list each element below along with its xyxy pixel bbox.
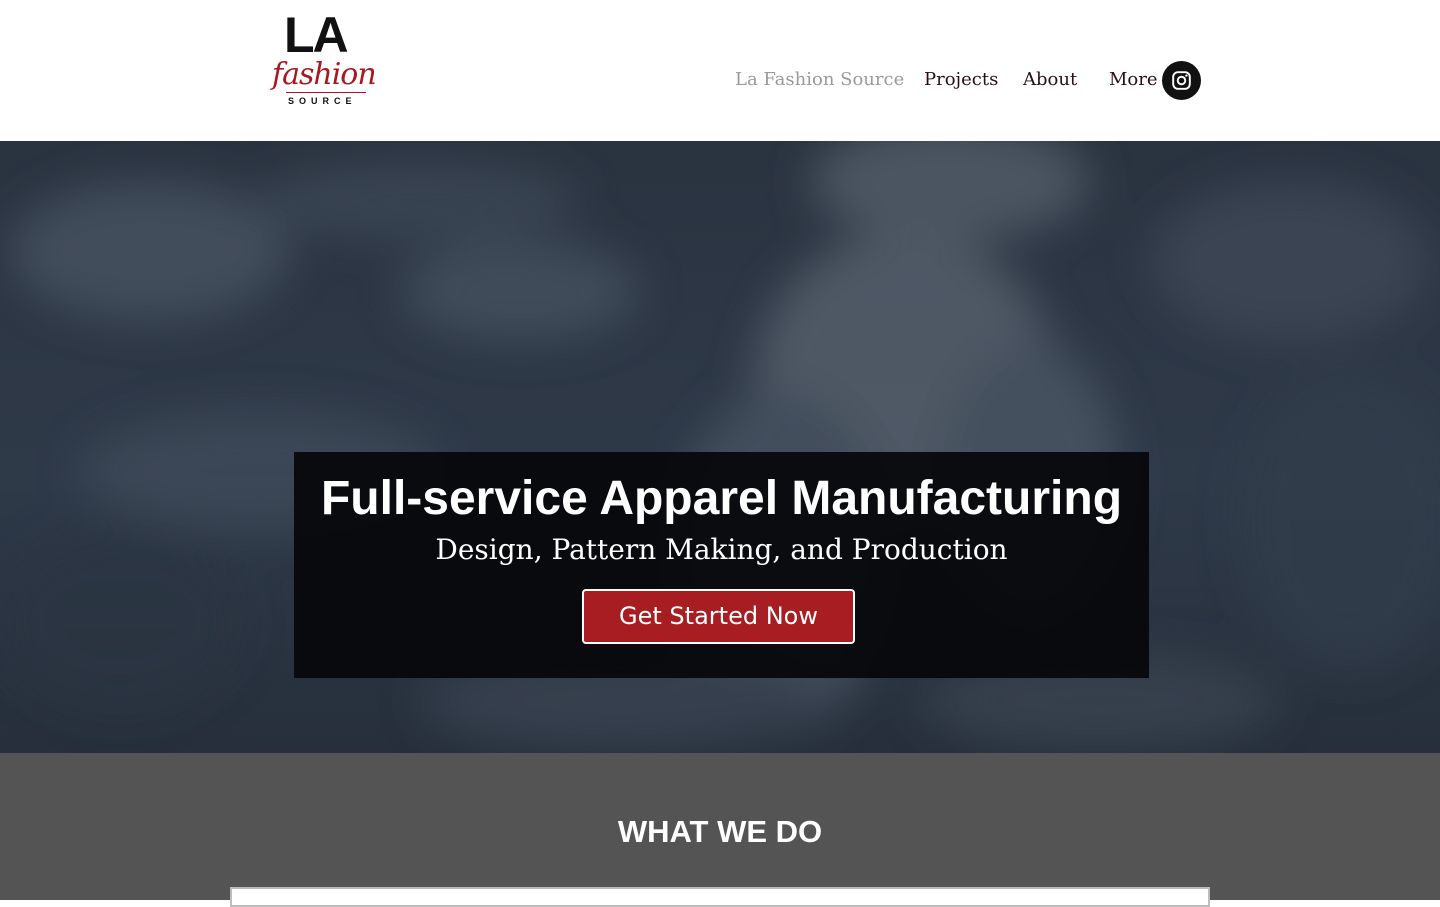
site-header: LA fashion SOURCE La Fashion Source Proj… <box>0 0 1440 141</box>
get-started-button[interactable]: Get Started Now <box>582 589 855 644</box>
what-we-do-card <box>230 887 1210 907</box>
nav-item-la-fashion-source[interactable]: La Fashion Source <box>735 66 904 94</box>
what-we-do-section: WHAT WE DO <box>0 753 1440 907</box>
hero-section: Full-service Apparel Manufacturing Desig… <box>0 141 1440 753</box>
instagram-button[interactable] <box>1162 61 1201 100</box>
logo-la-text: LA <box>284 7 349 63</box>
main-nav: La Fashion Source Projects About More <box>0 66 1440 96</box>
section-title: WHAT WE DO <box>617 814 823 849</box>
instagram-icon <box>1172 71 1191 90</box>
logo-source-text: SOURCE <box>288 96 357 106</box>
hero-overlay-box: Full-service Apparel Manufacturing Desig… <box>294 452 1149 678</box>
nav-item-more[interactable]: More <box>1109 66 1158 94</box>
nav-item-projects[interactable]: Projects <box>924 66 998 94</box>
hero-subtitle: Design, Pattern Making, and Production <box>435 533 1008 566</box>
site-logo[interactable]: LA fashion SOURCE <box>268 10 377 112</box>
nav-item-about[interactable]: About <box>1023 66 1077 94</box>
hero-title: Full-service Apparel Manufacturing <box>320 472 1123 525</box>
